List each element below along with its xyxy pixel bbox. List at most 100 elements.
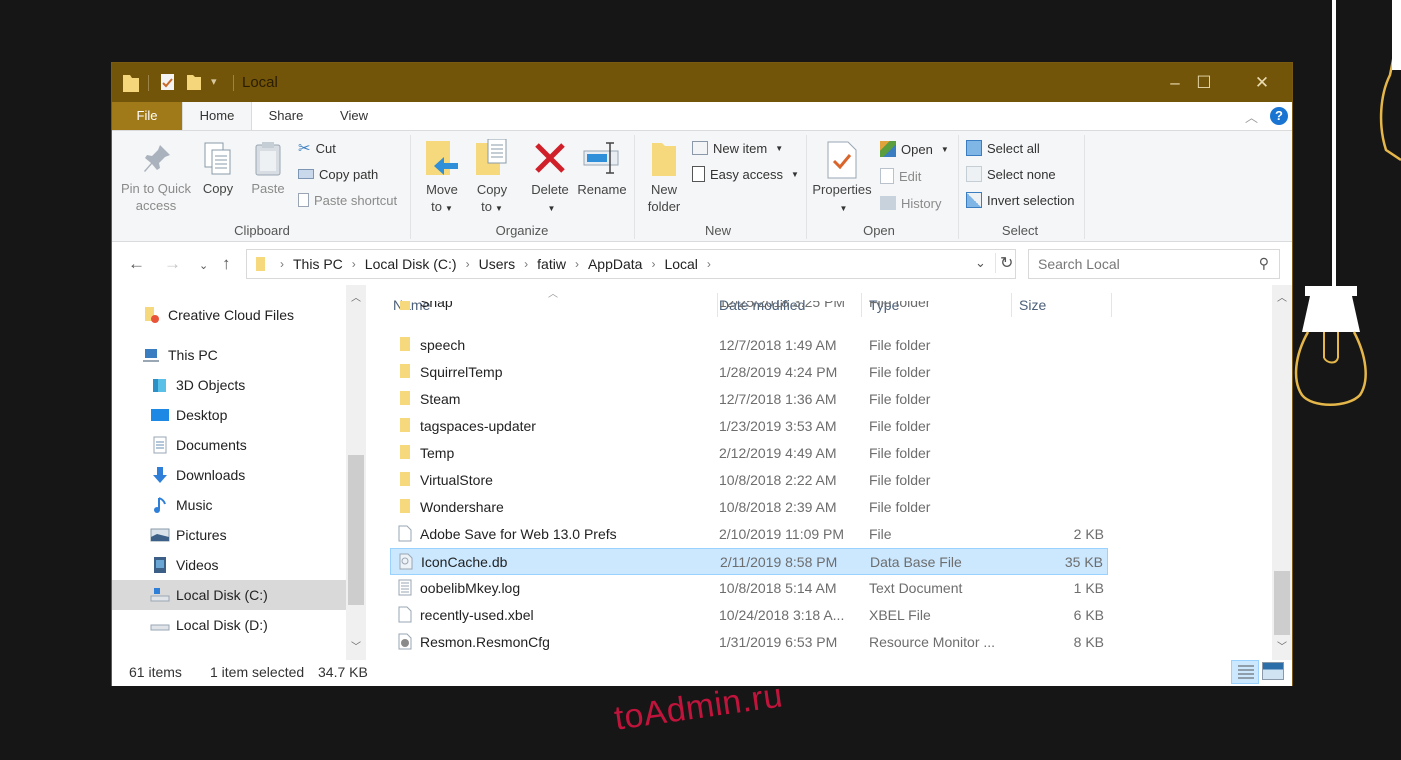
search-input[interactable]: Search Local ⚲ bbox=[1028, 249, 1280, 279]
delete-icon bbox=[535, 143, 565, 173]
breadcrumb-users[interactable]: Users bbox=[479, 256, 516, 272]
desktop-icon bbox=[150, 406, 170, 424]
file-row[interactable]: oobelibMkey.log 10/8/2018 5:14 AM Text Doc… bbox=[390, 575, 1108, 602]
folder-icon bbox=[123, 75, 139, 92]
file-row[interactable]: Wondershare 10/8/2018 2:39 AM File folder bbox=[390, 494, 1108, 521]
tab-home[interactable]: Home bbox=[182, 102, 252, 130]
file-row[interactable]: Snap 12/25/2018 3:25 PM File folder bbox=[390, 301, 1108, 313]
nav-pane-scrollbar[interactable]: ︿ ﹀ bbox=[346, 285, 366, 660]
pin-to-quick-access-button[interactable]: Pin to Quick access bbox=[116, 139, 196, 219]
collapse-ribbon-icon[interactable]: ︿ bbox=[1245, 107, 1258, 126]
copy-to-button[interactable]: Copy to ▼ bbox=[468, 139, 516, 223]
file-row[interactable]: IconCache.db 2/11/2019 8:58 PM Data Base F… bbox=[390, 548, 1108, 575]
nav-item-music[interactable]: Music bbox=[112, 490, 346, 520]
new-folder-button[interactable]: New folder bbox=[640, 139, 688, 223]
edit-button[interactable]: Edit bbox=[880, 166, 921, 186]
file-row[interactable]: tagspaces-updater 1/23/2019 3:53 AM File f… bbox=[390, 413, 1108, 440]
cut-button[interactable]: ✂ Cut bbox=[298, 138, 336, 158]
nav-item-pictures[interactable]: Pictures bbox=[112, 520, 346, 550]
nav-item-label: 3D Objects bbox=[176, 377, 246, 393]
select-none-button[interactable]: Select none bbox=[966, 164, 1056, 184]
paste-shortcut-button[interactable]: Paste shortcut bbox=[298, 190, 397, 210]
new-item-button[interactable]: New item ▼ bbox=[692, 138, 783, 158]
file-size: 6 KB bbox=[1073, 607, 1104, 623]
scroll-up-icon[interactable]: ︿ bbox=[1277, 289, 1287, 304]
file-row[interactable]: Adobe Save for Web 13.0 Prefs 2/10/2019 1… bbox=[390, 521, 1108, 548]
breadcrumb-fatiw[interactable]: fatiw bbox=[537, 256, 566, 272]
history-label: History bbox=[901, 195, 942, 211]
nav-scroll-thumb[interactable] bbox=[348, 455, 364, 605]
large-icons-view-button[interactable] bbox=[1262, 662, 1284, 680]
paste-button[interactable]: Paste bbox=[244, 139, 292, 219]
list-scroll-thumb[interactable] bbox=[1274, 571, 1290, 635]
paste-icon bbox=[255, 142, 281, 176]
file-row[interactable]: recently-used.xbel 10/24/2018 3:18 A... XB… bbox=[390, 602, 1108, 629]
up-button[interactable]: ↑ bbox=[222, 254, 231, 274]
select-all-button[interactable]: Select all bbox=[966, 138, 1040, 158]
nav-item-videos[interactable]: Videos bbox=[112, 550, 346, 580]
tab-share[interactable]: Share bbox=[252, 102, 320, 130]
folder-icon bbox=[398, 363, 412, 382]
help-icon[interactable]: ? bbox=[1270, 107, 1288, 125]
file-type: File folder bbox=[869, 499, 931, 515]
recent-locations-button[interactable]: ⌄ bbox=[199, 259, 208, 272]
scroll-down-icon[interactable]: ﹀ bbox=[351, 638, 361, 653]
file-row[interactable]: Resmon.ResmonCfg 1/31/2019 6:53 PM Resourc… bbox=[390, 629, 1108, 656]
new-folder-quick-icon[interactable] bbox=[186, 73, 202, 91]
delete-button[interactable]: Delete ▼ bbox=[526, 139, 574, 223]
folder-icon bbox=[256, 257, 265, 271]
file-name: IconCache.db bbox=[421, 554, 508, 570]
file-date: 12/25/2018 3:25 PM bbox=[719, 301, 846, 310]
forward-button[interactable]: → bbox=[164, 254, 181, 274]
file-row[interactable]: SquirrelTemp 1/28/2019 4:24 PM File folder bbox=[390, 359, 1108, 386]
file-row[interactable]: VirtualStore 10/8/2018 2:22 AM File folder bbox=[390, 467, 1108, 494]
customize-quick-access-icon[interactable]: ▾ bbox=[211, 75, 217, 88]
title-bar: ▾ Local – ☐ ✕ bbox=[112, 63, 1292, 102]
maximize-button[interactable]: ☐ bbox=[1175, 63, 1233, 102]
refresh-icon[interactable]: ↻ bbox=[995, 253, 1013, 273]
new-folder-label-1: New bbox=[650, 182, 677, 197]
nav-item-documents[interactable]: Documents bbox=[112, 430, 346, 460]
nav-item-local-disk-d[interactable]: Local Disk (D:) bbox=[112, 610, 346, 640]
nav-item-creative-cloud-files[interactable]: Creative Cloud Files bbox=[112, 300, 346, 330]
file-row[interactable]: Temp 2/12/2019 4:49 AM File folder bbox=[390, 440, 1108, 467]
new-folder-icon bbox=[652, 143, 676, 176]
scroll-up-icon[interactable]: ︿ bbox=[351, 289, 361, 304]
nav-item-local-disk-c[interactable]: Local Disk (C:) bbox=[112, 580, 346, 610]
rename-button[interactable]: Rename bbox=[576, 139, 628, 223]
breadcrumb-this-pc[interactable]: This PC bbox=[293, 256, 343, 272]
easy-access-button[interactable]: Easy access ▼ bbox=[692, 164, 799, 184]
copy-path-button[interactable]: Copy path bbox=[298, 164, 378, 184]
close-button[interactable]: ✕ bbox=[1233, 63, 1291, 102]
folder-icon bbox=[398, 336, 412, 355]
scroll-down-icon[interactable]: ﹀ bbox=[1277, 638, 1287, 653]
details-view-button[interactable] bbox=[1231, 660, 1259, 684]
item-count: 61 items bbox=[129, 664, 182, 680]
tab-file[interactable]: File bbox=[112, 102, 182, 130]
back-button[interactable]: ← bbox=[128, 254, 145, 274]
navigation-pane: Creative Cloud Files This PC 3D Objects Des… bbox=[112, 285, 368, 660]
tab-view[interactable]: View bbox=[320, 102, 388, 130]
properties-quick-icon[interactable] bbox=[160, 73, 176, 91]
nav-item-3d-objects[interactable]: 3D Objects bbox=[112, 370, 346, 400]
file-list-scrollbar[interactable]: ︿ ﹀ bbox=[1272, 285, 1292, 660]
properties-button[interactable]: Properties ▼ bbox=[810, 139, 874, 223]
copy-button[interactable]: Copy bbox=[196, 139, 240, 219]
invert-selection-button[interactable]: Invert selection bbox=[966, 190, 1074, 210]
paste-shortcut-label: Paste shortcut bbox=[314, 192, 398, 208]
history-button[interactable]: History bbox=[880, 193, 941, 213]
open-button[interactable]: Open ▼ bbox=[880, 139, 949, 159]
nav-item-downloads[interactable]: Downloads bbox=[112, 460, 346, 490]
nav-item-this-pc[interactable]: This PC bbox=[112, 340, 346, 370]
address-bar[interactable]: › This PC › Local Disk (C:) › Users › fa… bbox=[246, 249, 1016, 279]
address-dropdown-icon[interactable]: ⌄ bbox=[975, 255, 986, 271]
breadcrumb-appdata[interactable]: AppData bbox=[588, 256, 642, 272]
nav-item-desktop[interactable]: Desktop bbox=[112, 400, 346, 430]
file-row[interactable]: speech 12/7/2018 1:49 AM File folder bbox=[390, 332, 1108, 359]
breadcrumb-local-disk-c[interactable]: Local Disk (C:) bbox=[365, 256, 457, 272]
breadcrumb-local[interactable]: Local bbox=[664, 256, 697, 272]
move-to-button[interactable]: Move to ▼ bbox=[418, 139, 466, 223]
file-date: 1/23/2019 3:53 AM bbox=[719, 418, 837, 434]
file-row[interactable]: Steam 12/7/2018 1:36 AM File folder bbox=[390, 386, 1108, 413]
folder-icon bbox=[398, 301, 412, 313]
